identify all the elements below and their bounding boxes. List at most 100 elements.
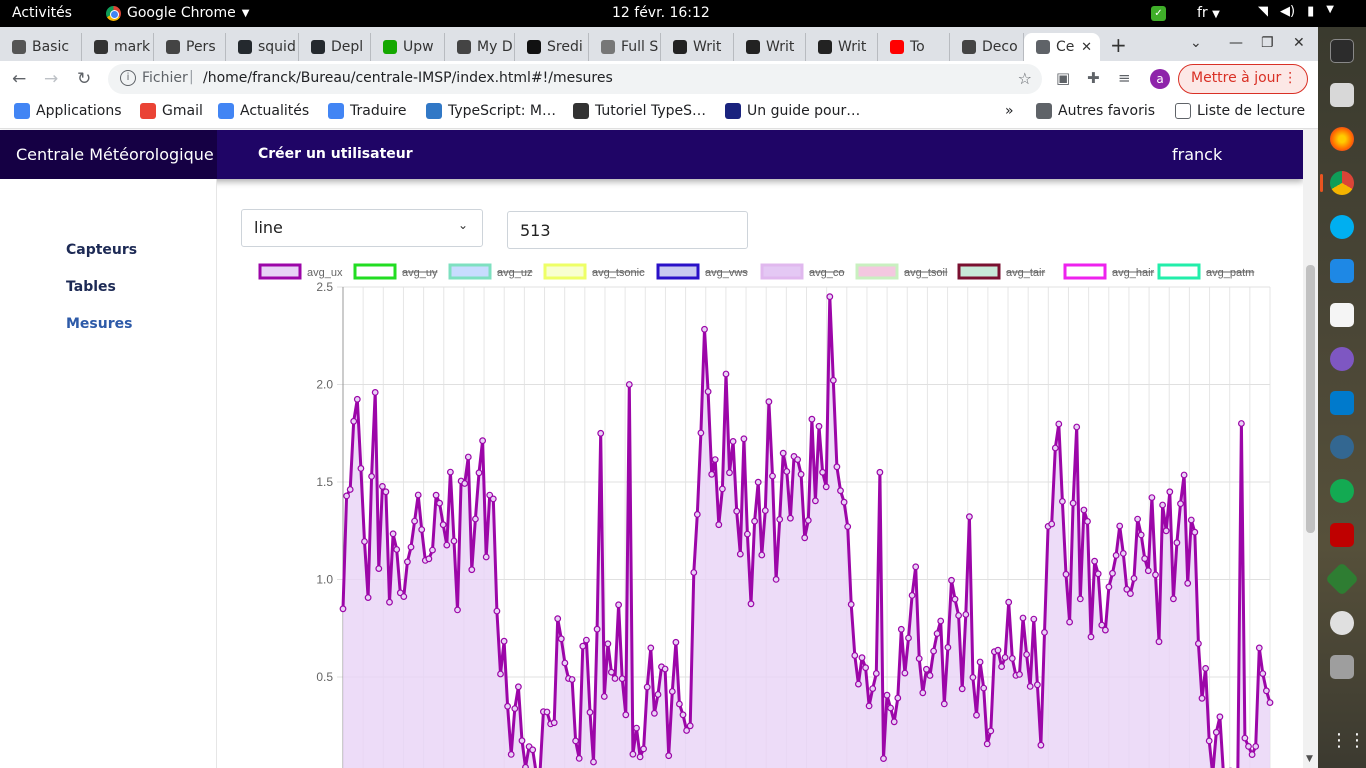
shield-icon[interactable]: ✓ bbox=[1151, 6, 1166, 21]
sidebar-item-tables[interactable]: Tables bbox=[66, 279, 116, 295]
tab-0[interactable]: Basic bbox=[0, 33, 82, 61]
emacs-icon[interactable] bbox=[1330, 347, 1354, 371]
data-point bbox=[504, 702, 512, 710]
sidebar-item-capteurs[interactable]: Capteurs bbox=[66, 242, 137, 258]
tab-13[interactable]: Deco bbox=[950, 33, 1024, 61]
brand-link[interactable]: Centrale Météorologique bbox=[0, 130, 217, 179]
data-point bbox=[1091, 557, 1098, 565]
firefox-icon[interactable] bbox=[1330, 127, 1354, 151]
puzzle-icon[interactable]: ✚ bbox=[1087, 69, 1105, 87]
clock[interactable]: 12 févr. 16:12 bbox=[612, 5, 710, 21]
tab-6[interactable]: My D bbox=[445, 33, 515, 61]
user-menu[interactable]: franck bbox=[1172, 145, 1222, 164]
update-button[interactable]: Mettre à jour ⋮ bbox=[1178, 64, 1309, 94]
filezilla-icon[interactable] bbox=[1330, 523, 1354, 547]
data-point bbox=[1212, 728, 1220, 736]
reload-icon[interactable]: ↻ bbox=[77, 69, 91, 89]
tab-11[interactable]: Writ bbox=[806, 33, 878, 61]
text-editor-icon[interactable] bbox=[1330, 259, 1354, 283]
bookmark-label: Traduire bbox=[350, 103, 407, 119]
bookmark-item[interactable]: Actualités bbox=[218, 103, 309, 119]
media-control-icon[interactable]: ≡ bbox=[1118, 69, 1136, 87]
new-tab-button[interactable]: + bbox=[1110, 33, 1127, 57]
count-input[interactable] bbox=[507, 211, 748, 249]
data-point bbox=[1191, 528, 1199, 536]
tab-1[interactable]: mark bbox=[82, 33, 154, 61]
data-point bbox=[403, 558, 411, 566]
close-window-icon[interactable]: ✕ bbox=[1293, 35, 1305, 51]
terminal-icon[interactable] bbox=[1330, 39, 1354, 63]
chart-type-select[interactable]: line ⌄ bbox=[241, 209, 483, 247]
data-point bbox=[1202, 665, 1209, 672]
data-point bbox=[625, 381, 633, 388]
vscode-icon[interactable] bbox=[1330, 391, 1354, 415]
drive-icon[interactable] bbox=[1330, 655, 1354, 679]
info-icon[interactable]: i bbox=[120, 70, 136, 86]
data-point bbox=[1084, 518, 1091, 525]
profile-avatar[interactable]: a bbox=[1150, 69, 1170, 89]
tab-4[interactable]: Depl bbox=[299, 33, 371, 61]
data-point bbox=[980, 684, 988, 692]
restore-icon[interactable]: ❐ bbox=[1261, 35, 1274, 51]
data-point bbox=[1155, 638, 1163, 646]
more-bookmarks-button[interactable]: » bbox=[1005, 103, 1014, 119]
extension-icon[interactable]: ▣ bbox=[1056, 69, 1074, 87]
activities-button[interactable]: Activités bbox=[12, 5, 72, 21]
data-point bbox=[454, 606, 461, 614]
tab-5[interactable]: Upw bbox=[371, 33, 445, 61]
files-icon[interactable] bbox=[1330, 83, 1354, 107]
tab-10[interactable]: Writ bbox=[734, 33, 806, 61]
system-menu[interactable]: ◥ ◀) ▮ ▼ bbox=[1258, 4, 1334, 19]
other-bookmarks-folder[interactable]: Autres favoris bbox=[1036, 103, 1155, 119]
close-tab-icon[interactable]: ✕ bbox=[1081, 40, 1092, 55]
tab-2[interactable]: Pers bbox=[154, 33, 226, 61]
tab-7[interactable]: Sredi bbox=[515, 33, 589, 61]
libreoffice-writer-icon[interactable] bbox=[1330, 303, 1354, 327]
minimize-icon[interactable]: — bbox=[1229, 35, 1243, 51]
address-bar[interactable]: i Fichier | /home/franck/Bureau/centrale… bbox=[108, 64, 1042, 94]
bookmark-item[interactable]: Gmail bbox=[140, 103, 203, 119]
bookmark-item[interactable]: Applications bbox=[14, 103, 122, 119]
page-scrollbar[interactable]: ▼ bbox=[1303, 129, 1318, 768]
bookmark-star-icon[interactable]: ☆ bbox=[1018, 69, 1032, 88]
app-menu[interactable]: Google Chrome ▼ bbox=[106, 5, 249, 21]
data-point bbox=[618, 675, 626, 683]
bookmark-item[interactable]: Tutoriel TypeS… bbox=[573, 103, 706, 119]
tab-9[interactable]: Writ bbox=[661, 33, 734, 61]
data-point bbox=[912, 563, 920, 571]
forward-icon[interactable]: → bbox=[44, 69, 58, 89]
scrollbar-thumb[interactable] bbox=[1306, 265, 1315, 533]
bookmark-item[interactable]: Un guide pour… bbox=[725, 103, 860, 119]
sidebar-item-mesures[interactable]: Mesures bbox=[66, 316, 132, 332]
chrome-dock-icon[interactable] bbox=[1330, 171, 1354, 195]
legend-label: avg_tsonic bbox=[592, 267, 645, 279]
skype-icon[interactable] bbox=[1330, 215, 1354, 239]
language-indicator[interactable]: fr ▼ bbox=[1197, 5, 1220, 21]
bookmark-item[interactable]: Traduire bbox=[328, 103, 407, 119]
postgresql-icon[interactable] bbox=[1330, 435, 1354, 459]
url-text[interactable]: /home/franck/Bureau/centrale-IMSP/index.… bbox=[203, 70, 613, 86]
scroll-down-arrow-icon[interactable]: ▼ bbox=[1306, 754, 1313, 764]
data-point bbox=[804, 517, 812, 524]
data-point bbox=[400, 593, 408, 601]
menu-dots-icon: ⋮ bbox=[1283, 70, 1298, 86]
mongodb-icon[interactable] bbox=[1330, 479, 1354, 503]
tab-14[interactable]: Ce ✕ bbox=[1024, 33, 1100, 61]
data-point bbox=[461, 480, 469, 487]
gitkraken-icon[interactable] bbox=[1325, 562, 1359, 596]
tab-search-icon[interactable]: ⌄ bbox=[1190, 35, 1202, 51]
show-apps-icon[interactable]: ⋮⋮ bbox=[1330, 729, 1366, 753]
bookmark-item[interactable]: TypeScript: M… bbox=[426, 103, 556, 119]
tab-12[interactable]: To bbox=[878, 33, 950, 61]
legend-label: avg_tsoil bbox=[904, 267, 947, 279]
back-icon[interactable]: ← bbox=[12, 69, 26, 89]
reading-list-button[interactable]: Liste de lecture bbox=[1175, 103, 1305, 119]
data-point bbox=[744, 530, 751, 538]
data-point bbox=[572, 737, 580, 745]
tab-8[interactable]: Full S bbox=[589, 33, 661, 61]
create-user-link[interactable]: Créer un utilisateur bbox=[258, 146, 413, 162]
tab-3[interactable]: squid bbox=[226, 33, 299, 61]
data-point bbox=[923, 665, 930, 673]
disk-icon[interactable] bbox=[1330, 611, 1354, 635]
data-point bbox=[844, 523, 852, 531]
